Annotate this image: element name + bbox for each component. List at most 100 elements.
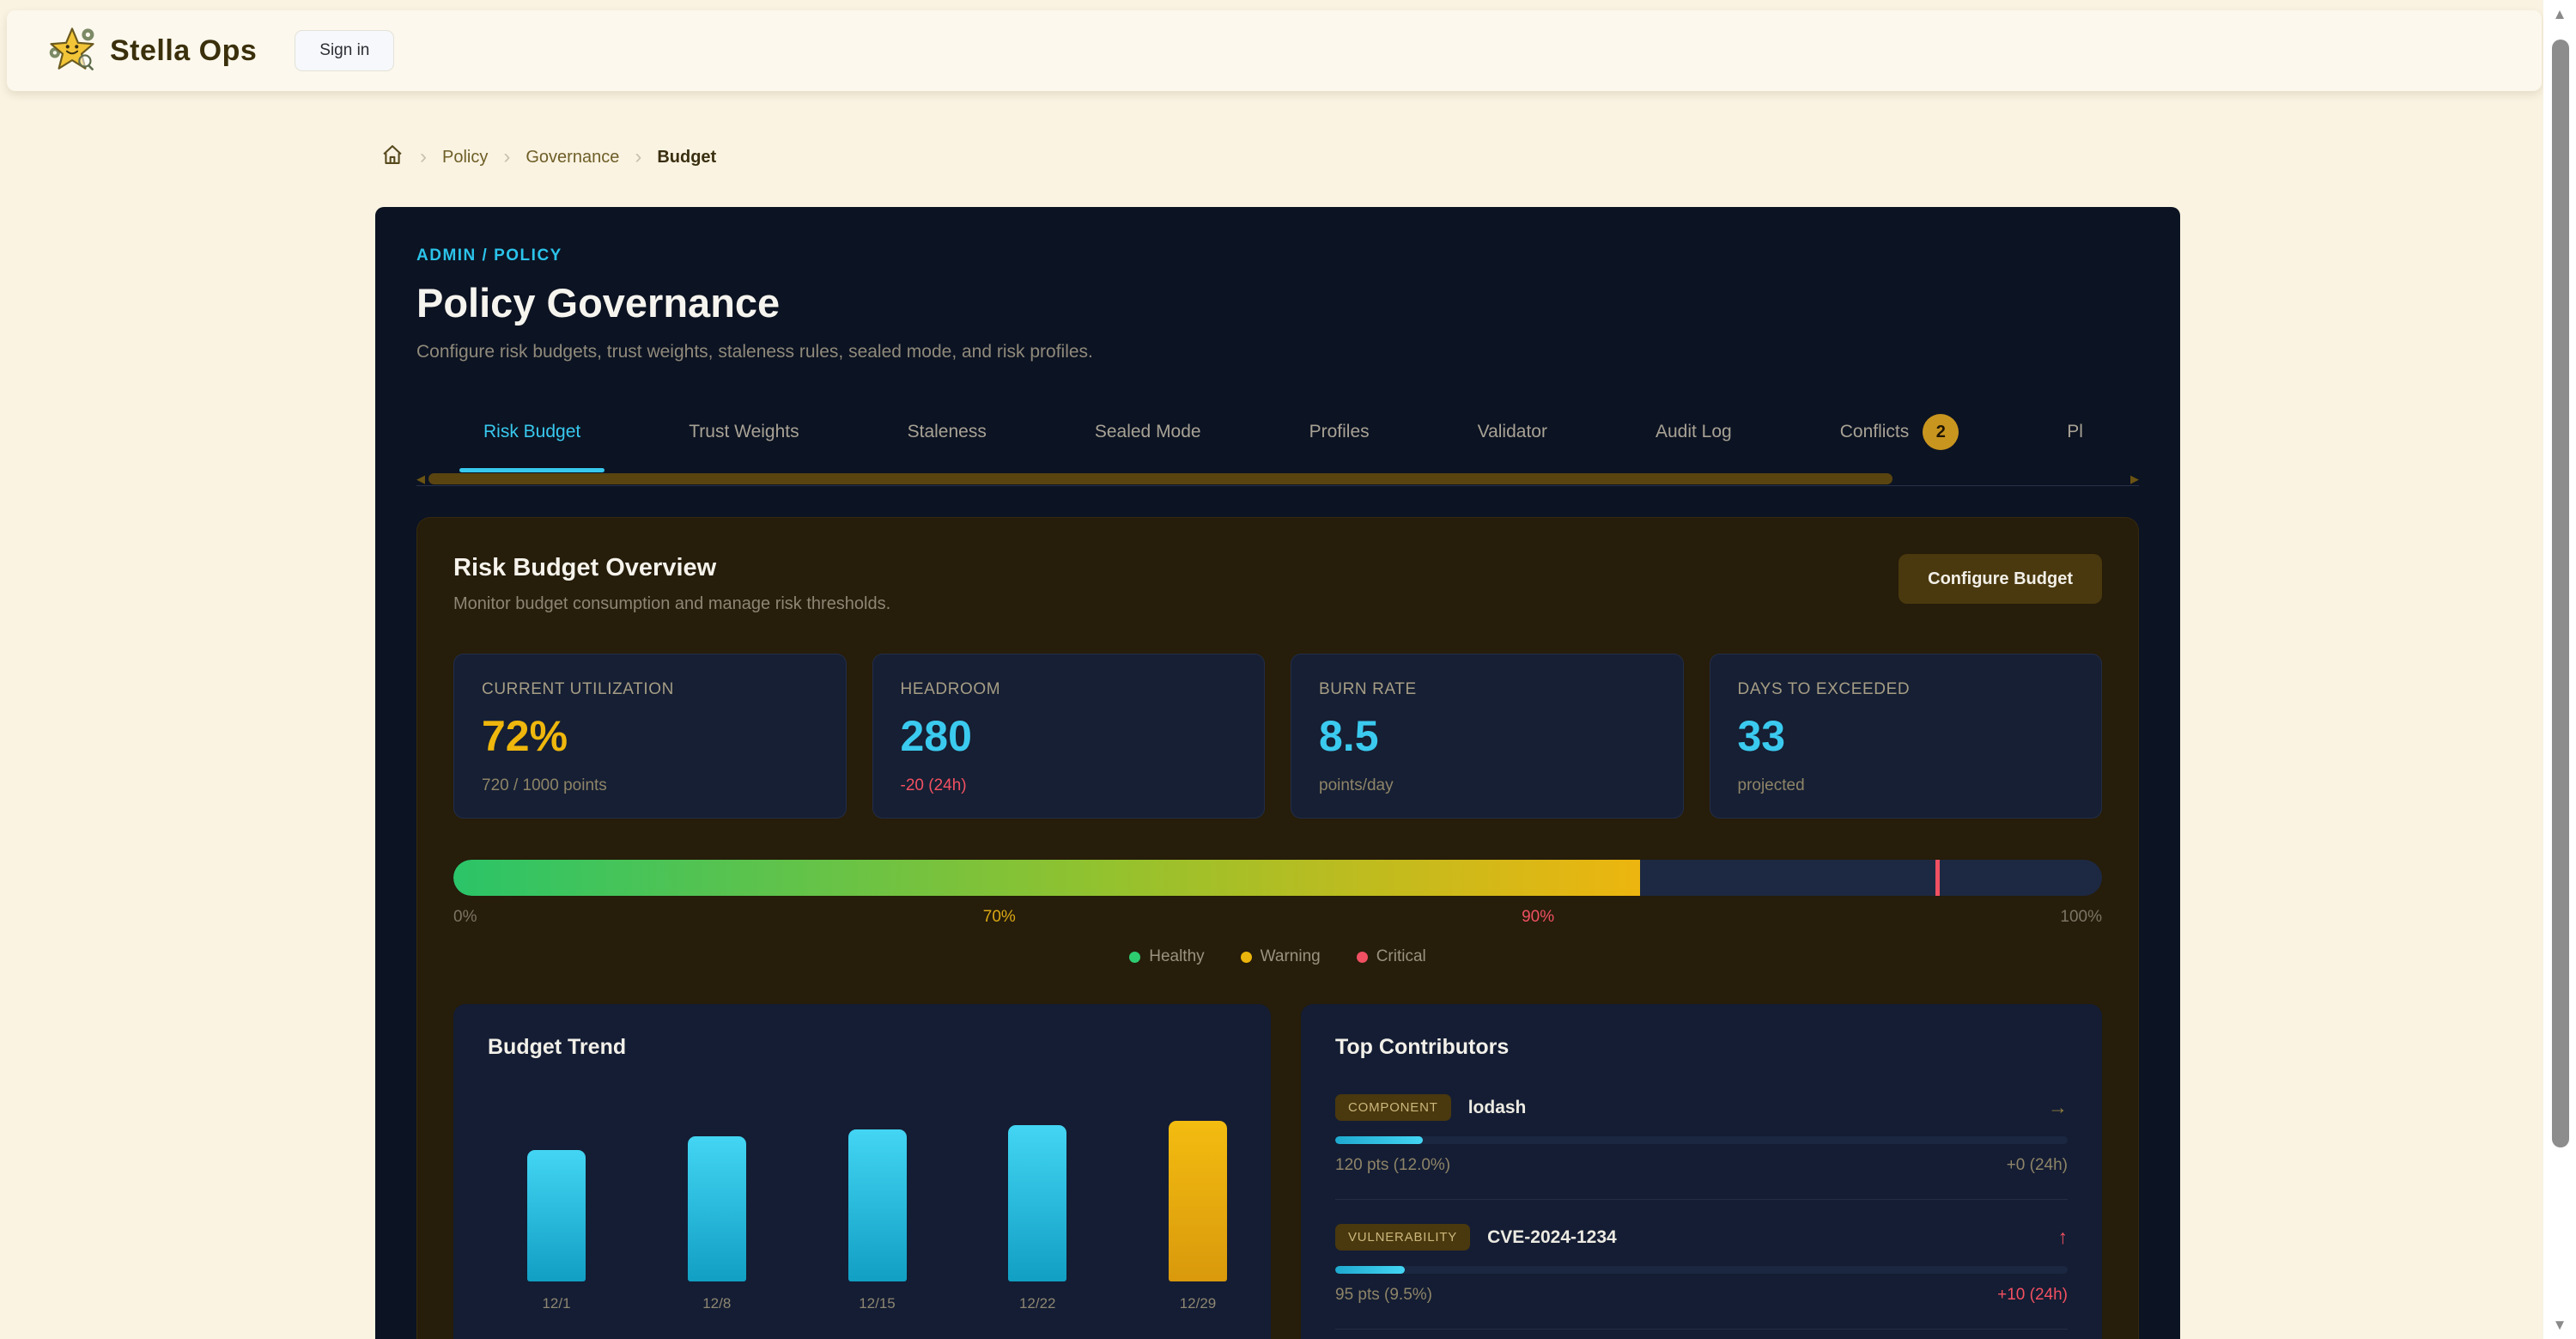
home-icon[interactable] [380,143,404,172]
contributor-points: 120 pts (12.0%) [1335,1156,1450,1175]
bar-label: 12/22 [1019,1295,1056,1312]
brand[interactable]: Stella Ops [48,25,257,77]
scroll-down-arrow-icon[interactable]: ▼ [2543,1318,2576,1332]
contributor-progress-track [1335,1136,2068,1144]
policy-governance-panel: ADMIN / POLICY Policy Governance Configu… [375,207,2180,1339]
stat-days-to-exceeded: DAYS TO EXCEEDED 33 projected [1710,654,2103,819]
warning-dot-icon [1241,952,1252,963]
vulnerability-badge: VULNERABILITY [1335,1224,1470,1251]
critical-threshold-marker [1935,860,1940,896]
vertical-scrollbar-thumb[interactable] [2552,40,2569,1147]
stat-label: HEADROOM [901,680,1237,699]
legend-label: Healthy [1149,947,1204,966]
breadcrumb-policy[interactable]: Policy [442,148,488,167]
bar-group: 12/1 [518,1150,595,1312]
stat-value: 8.5 [1319,711,1656,761]
tick-70: 70% [983,908,1016,927]
contributor-points: 95 pts (9.5%) [1335,1286,1432,1305]
tab-trust-weights[interactable]: Trust Weights [665,414,823,472]
stat-label: BURN RATE [1319,680,1656,699]
section-eyebrow: ADMIN / POLICY [416,246,2139,265]
conflicts-count-badge: 2 [1923,414,1959,450]
stats-row: CURRENT UTILIZATION 72% 720 / 1000 point… [453,654,2102,819]
component-badge: COMPONENT [1335,1094,1451,1121]
overview-title: Risk Budget Overview [453,554,890,582]
tabs-scroll-left-icon[interactable]: ◀ [416,472,425,485]
breadcrumb-separator: › [635,145,641,169]
trend-bar [1008,1125,1066,1281]
contributor-name: CVE-2024-1234 [1487,1227,1617,1248]
tabs-horizontal-scrollbar[interactable]: ◀ ▶ [416,472,2139,486]
utilization-progress-bar [453,860,2102,896]
stat-burn-rate: BURN RATE 8.5 points/day [1291,654,1684,819]
top-bar: Stella Ops Sign in [7,10,2542,91]
tab-audit-log[interactable]: Audit Log [1631,414,1756,472]
overview-subtitle: Monitor budget consumption and manage ri… [453,594,890,614]
trend-bar [848,1129,907,1281]
legend-critical: Critical [1357,947,1426,966]
stat-sub: points/day [1319,776,1656,795]
stat-sub: -20 (24h) [901,776,1237,795]
scroll-up-arrow-icon[interactable]: ▲ [2543,7,2576,21]
breadcrumb-governance[interactable]: Governance [526,148,619,167]
tab-validator[interactable]: Validator [1454,414,1571,472]
breadcrumb-separator: › [420,145,427,169]
stat-headroom: HEADROOM 280 -20 (24h) [872,654,1266,819]
utilization-legend: Healthy Warning Critical [453,947,2102,966]
bar-label: 12/8 [702,1295,731,1312]
legend-warning: Warning [1241,947,1321,966]
contributor-row: COMPONENT lodash → 120 pts (12.0%) +0 (2… [1335,1094,2068,1175]
tab-conflicts-label: Conflicts [1840,422,1910,442]
divider [1335,1329,2068,1330]
top-contributors-card: Top Contributors COMPONENT lodash → 120 … [1301,1004,2102,1339]
utilization-fill [453,860,1640,896]
tabs-scroll-right-icon[interactable]: ▶ [2130,472,2139,485]
stat-sub: projected [1738,776,2075,795]
healthy-dot-icon [1129,952,1140,963]
bar-group: 12/22 [999,1125,1076,1312]
breadcrumb-separator: › [503,145,510,169]
utilization-tick-labels: 0% 70% 90% 100% [453,908,2102,927]
breadcrumb: › Policy › Governance › Budget [380,143,716,172]
risk-budget-overview-card: Risk Budget Overview Monitor budget cons… [416,517,2139,1339]
vertical-scrollbar[interactable]: ▲ ▼ [2543,0,2576,1339]
right-arrow-icon[interactable]: → [2048,1096,2068,1119]
tick-90: 90% [1522,908,1554,927]
tick-0: 0% [453,908,477,927]
trend-bar [1169,1121,1227,1281]
stat-label: DAYS TO EXCEEDED [1738,680,2075,699]
tab-profiles[interactable]: Profiles [1285,414,1394,472]
bar-label: 12/1 [542,1295,570,1312]
budget-trend-card: Budget Trend 12/1 12/8 12/15 [453,1004,1271,1339]
contributor-row: VULNERABILITY CVE-2024-1234 ↑ 95 pts (9.… [1335,1224,2068,1305]
tab-risk-budget[interactable]: Risk Budget [459,414,605,472]
configure-budget-button[interactable]: Configure Budget [1899,554,2102,604]
tab-staleness[interactable]: Staleness [884,414,1011,472]
bar-group: 12/29 [1159,1121,1236,1312]
bar-label: 12/29 [1180,1295,1217,1312]
tabs-scrollbar-thumb[interactable] [428,473,1893,484]
sign-in-button[interactable]: Sign in [295,30,394,71]
contributor-progress-track [1335,1266,2068,1274]
tick-100: 100% [2060,908,2102,927]
stat-value: 72% [482,711,818,761]
stat-value: 280 [901,711,1237,761]
bar-group: 12/8 [678,1136,756,1312]
up-arrow-icon[interactable]: ↑ [2058,1226,2069,1249]
tab-conflicts[interactable]: Conflicts 2 [1816,414,1984,472]
page-subtitle: Configure risk budgets, trust weights, s… [416,342,2139,362]
page-title: Policy Governance [416,279,2139,326]
legend-healthy: Healthy [1129,947,1204,966]
tab-truncated[interactable]: Pl [2043,414,2107,472]
bar-group: 12/15 [839,1129,916,1312]
contributor-progress-fill [1335,1266,1405,1274]
legend-label: Warning [1261,947,1321,966]
divider [1335,1199,2068,1200]
trend-bar [688,1136,746,1281]
stat-value: 33 [1738,711,2075,761]
tab-sealed-mode[interactable]: Sealed Mode [1071,414,1225,472]
breadcrumb-budget: Budget [657,148,716,167]
stat-current-utilization: CURRENT UTILIZATION 72% 720 / 1000 point… [453,654,847,819]
top-contributors-title: Top Contributors [1335,1035,2068,1060]
contributor-name: lodash [1468,1098,1527,1118]
